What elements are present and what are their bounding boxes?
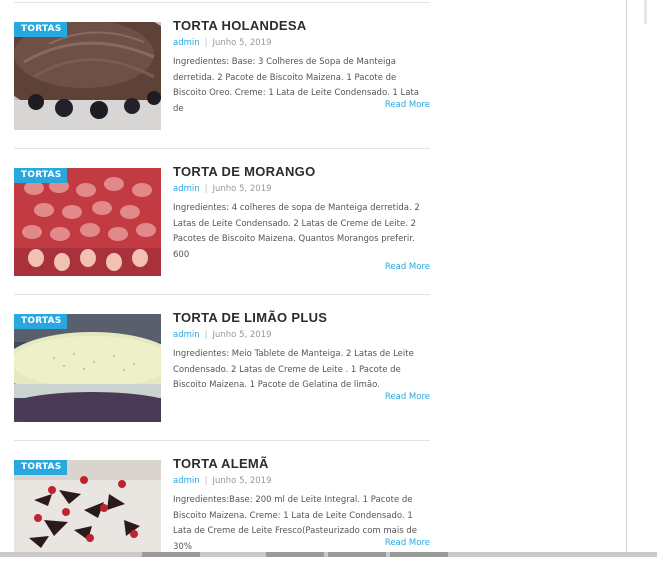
post-meta: admin | Junho 5, 2019 [173,476,272,486]
divider [14,148,430,149]
meta-separator: | [204,184,208,194]
meta-separator: | [204,330,208,340]
post-date: Junho 5, 2019 [212,38,272,48]
category-badge[interactable]: TORTAS [14,168,68,183]
post-thumbnail[interactable]: TORTAS [14,314,161,422]
bottom-bar-segment [266,552,324,557]
post-author-link[interactable]: admin [173,38,200,48]
post-excerpt: Ingredientes: Meio Tablete de Manteiga. … [173,349,414,390]
meta-separator: | [204,38,208,48]
divider [14,294,430,295]
post-thumbnail[interactable]: TORTAS [14,460,161,552]
post-author-link[interactable]: admin [173,330,200,340]
scroll-marker [644,0,647,24]
post-card: TORTAS TORTA ALEMÃ admin | Junho 5, 2019 I… [14,456,430,580]
bottom-bar-segment [142,552,200,557]
post-card: TORTAS TORTA DE LIMÃO PLUS admin | Junho 5… [14,310,430,434]
category-badge[interactable]: TORTAS [14,22,68,37]
post-date: Junho 5, 2019 [212,184,272,194]
post-title[interactable]: TORTA ALEMÃ [173,456,269,471]
post-card: TORTAS TORTA HOLANDESA admin | Junho 5, 20… [14,18,430,142]
read-more-link[interactable]: Read More [385,538,430,548]
post-title[interactable]: TORTA DE LIMÃO PLUS [173,310,327,325]
post-date: Junho 5, 2019 [212,476,272,486]
bottom-bar-segment [390,552,448,557]
category-badge[interactable]: TORTAS [14,314,68,329]
post-meta: admin | Junho 5, 2019 [173,330,272,340]
post-author-link[interactable]: admin [173,184,200,194]
post-meta: admin | Junho 5, 2019 [173,184,272,194]
post-thumbnail[interactable]: TORTAS [14,168,161,276]
post-title[interactable]: TORTA DE MORANGO [173,164,316,179]
read-more-link[interactable]: Read More [385,100,430,110]
post-meta: admin | Junho 5, 2019 [173,38,272,48]
post-date: Junho 5, 2019 [212,330,272,340]
read-more-link[interactable]: Read More [385,262,430,272]
meta-separator: | [204,476,208,486]
divider [14,2,430,3]
content-frame-border [626,0,627,552]
category-badge[interactable]: TORTAS [14,460,68,475]
post-thumbnail[interactable]: TORTAS [14,22,161,130]
post-author-link[interactable]: admin [173,476,200,486]
post-excerpt: Ingredientes: 4 colheres de sopa de Mant… [173,203,420,260]
read-more-link[interactable]: Read More [385,392,430,402]
post-title[interactable]: TORTA HOLANDESA [173,18,307,33]
divider [14,440,430,441]
post-card: TORTAS TORTA DE MORANGO admin | Junho 5, 2… [14,164,430,288]
bottom-bar-segment [328,552,386,557]
